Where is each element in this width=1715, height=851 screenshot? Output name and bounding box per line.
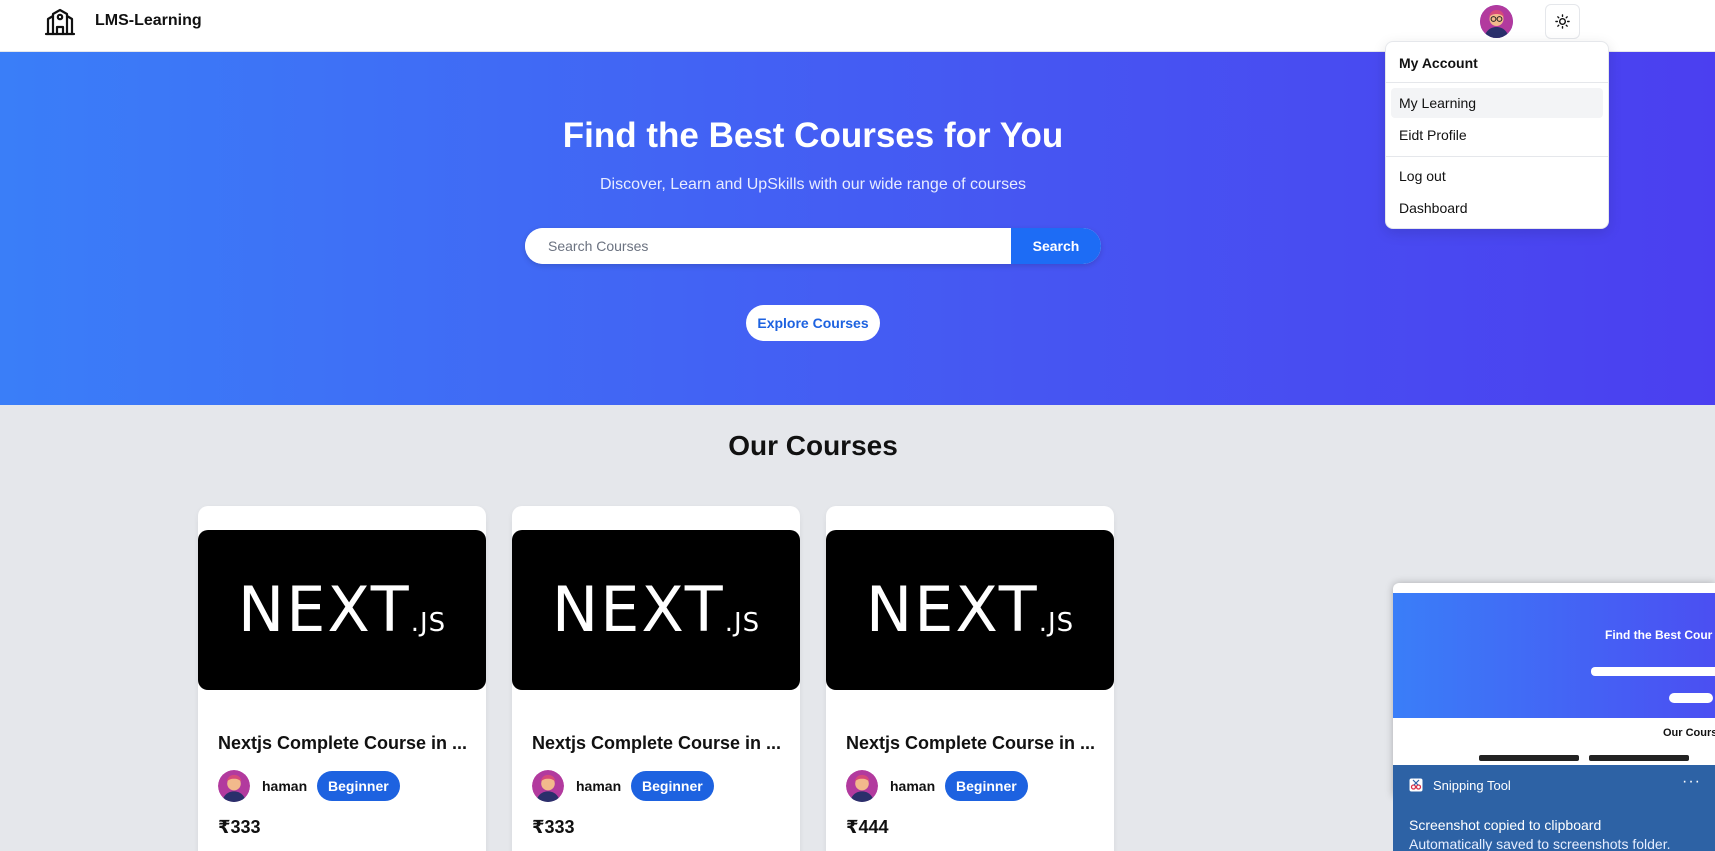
notification-app-name: Snipping Tool <box>1433 778 1511 793</box>
school-building-icon[interactable] <box>44 6 76 38</box>
preview-title: Find the Best Cour <box>1605 628 1713 642</box>
course-price: ₹333 <box>218 817 261 837</box>
level-badge: Beginner <box>631 771 714 801</box>
menu-item-log-out[interactable]: Log out <box>1391 161 1603 191</box>
menu-item-my-learning[interactable]: My Learning <box>1391 88 1603 118</box>
dropdown-separator <box>1386 82 1608 83</box>
nextjs-logo: NEXT.JS <box>237 573 447 646</box>
course-author: haman <box>262 778 308 794</box>
course-thumbnail[interactable]: NEXT.JS <box>826 530 1114 690</box>
level-badge: Beginner <box>945 771 1028 801</box>
preview-card <box>1589 755 1689 761</box>
course-title[interactable]: Nextjs Complete Course in ... <box>846 733 1101 754</box>
notification-detail: Automatically saved to screenshots folde… <box>1409 836 1671 851</box>
account-dropdown: My Account My Learning Eidt Profile Log … <box>1385 41 1609 229</box>
course-card[interactable]: NEXT.JS Nextjs Complete Course in ... ha… <box>512 506 800 851</box>
course-title[interactable]: Nextjs Complete Course in ... <box>532 733 787 754</box>
preview-search <box>1591 667 1715 676</box>
hero-title: Find the Best Courses for You <box>562 116 1064 155</box>
search-bar: Search <box>525 228 1101 264</box>
level-badge: Beginner <box>317 771 400 801</box>
more-options-icon[interactable]: ··· <box>1682 773 1701 791</box>
menu-item-dashboard[interactable]: Dashboard <box>1391 193 1603 223</box>
course-author: haman <box>576 778 622 794</box>
nextjs-logo: NEXT.JS <box>551 573 761 646</box>
author-avatar <box>532 770 564 802</box>
nextjs-logo: NEXT.JS <box>865 573 1075 646</box>
preview-hero: Find the Best Cour <box>1393 593 1715 718</box>
theme-toggle-button[interactable] <box>1545 4 1580 39</box>
hero-subtitle: Discover, Learn and UpSkills with our wi… <box>600 176 1026 193</box>
search-button[interactable]: Search <box>1011 228 1101 264</box>
explore-courses-button[interactable]: Explore Courses <box>746 305 880 341</box>
author-avatar <box>218 770 250 802</box>
notification-message: Screenshot copied to clipboard <box>1409 817 1602 833</box>
preview-card <box>1479 755 1579 761</box>
course-thumbnail[interactable]: NEXT.JS <box>198 530 486 690</box>
section-title: Our Courses <box>728 430 898 461</box>
preview-section-title: Our Course <box>1663 727 1715 739</box>
search-input[interactable] <box>525 228 1011 264</box>
sun-icon <box>1555 14 1570 29</box>
course-title[interactable]: Nextjs Complete Course in ... <box>218 733 473 754</box>
course-thumbnail[interactable]: NEXT.JS <box>512 530 800 690</box>
snipping-tool-notification[interactable]: Snipping Tool ··· Screenshot copied to c… <box>1393 765 1715 851</box>
user-avatar[interactable] <box>1480 5 1513 38</box>
author-avatar <box>846 770 878 802</box>
course-author: haman <box>890 778 936 794</box>
menu-item-edit-profile[interactable]: Eidt Profile <box>1391 120 1603 150</box>
brand-name[interactable]: LMS-Learning <box>95 12 202 30</box>
dropdown-label: My Account <box>1399 55 1478 71</box>
course-card[interactable]: NEXT.JS Nextjs Complete Course in ... ha… <box>826 506 1114 851</box>
course-card[interactable]: NEXT.JS Nextjs Complete Course in ... ha… <box>198 506 486 851</box>
snipping-tool-icon <box>1409 778 1423 792</box>
course-price: ₹444 <box>846 817 889 837</box>
preview-explore <box>1669 693 1713 703</box>
course-price: ₹333 <box>532 817 575 837</box>
dropdown-separator <box>1386 156 1608 157</box>
